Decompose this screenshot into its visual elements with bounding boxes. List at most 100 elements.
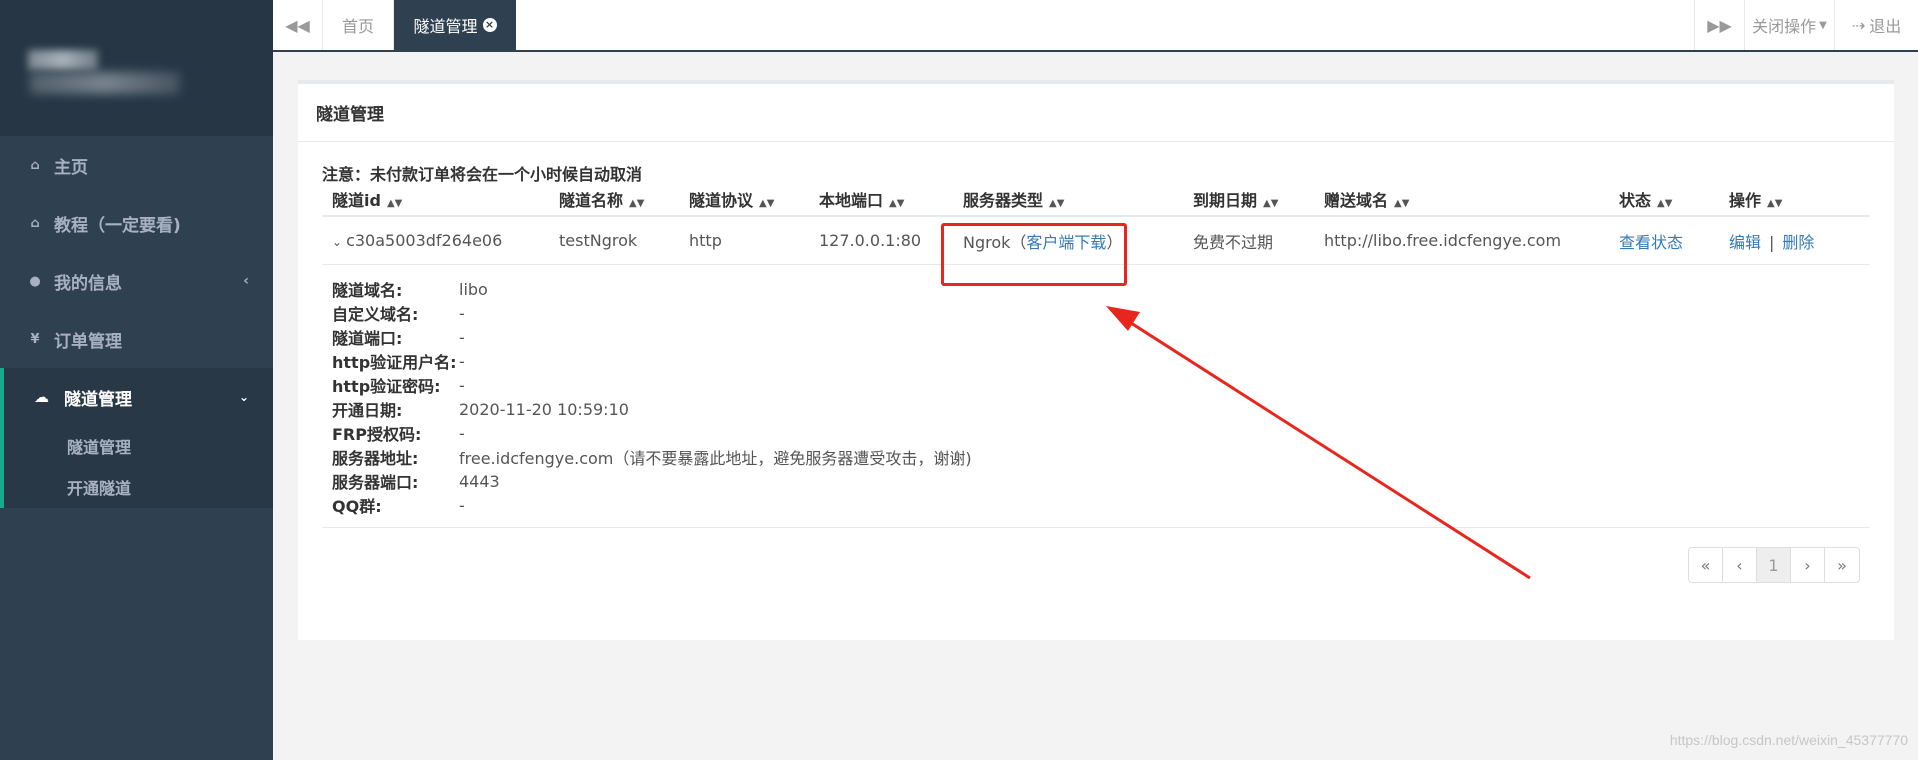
sidebar: ⌂ 主页 ⌂ 教程（一定要看) ● 我的信息 ‹ ¥ 订单管理 ☁ 隧道管理 ⌄… <box>0 0 273 760</box>
view-status-link[interactable]: 查看状态 <box>1619 229 1683 253</box>
detail-row: 服务器端口: 4443 <box>332 469 1870 493</box>
edit-link[interactable]: 编辑 <box>1729 233 1761 252</box>
detail-key: 服务器端口: <box>332 473 419 492</box>
detail-value: - <box>459 375 465 395</box>
sidebar-item-tunnels: ☁ 隧道管理 ⌄ 隧道管理 开通隧道 <box>0 368 273 508</box>
page-1-button[interactable]: 1 <box>1757 548 1791 582</box>
sidebar-subitem-open-tunnel[interactable]: 开通隧道 <box>4 466 273 508</box>
caret-down-icon: ▼ <box>1819 19 1827 31</box>
sidebar-subitem-tunnel-manage[interactable]: 隧道管理 <box>4 426 273 466</box>
annotation-highlight-box <box>941 223 1127 286</box>
cell-actions: 编辑 | 删除 <box>1729 229 1814 253</box>
sidebar-item-orders[interactable]: ¥ 订单管理 <box>0 310 273 368</box>
detail-row: 开通日期: 2020-11-20 10:59:10 <box>332 397 1870 421</box>
detail-key: 自定义域名: <box>332 305 419 324</box>
detail-key: 服务器地址: <box>332 449 419 468</box>
col-header-expire[interactable]: 到期日期 ▲▼ <box>1193 187 1278 211</box>
sidebar-item-tunnels-header[interactable]: ☁ 隧道管理 ⌄ <box>4 368 273 426</box>
sort-icon: ▲▼ <box>1394 198 1410 209</box>
unpaid-order-notice: 注意：未付款订单将会在一个小时候自动取消 <box>322 165 643 184</box>
sort-icon: ▲▼ <box>1049 198 1065 209</box>
sidebar-subitem-label: 隧道管理 <box>67 438 132 457</box>
close-operations-dropdown[interactable]: 关闭操作 ▼ <box>1744 0 1834 50</box>
last-page-button[interactable]: » <box>1825 548 1859 582</box>
col-header-name[interactable]: 隧道名称 ▲▼ <box>559 187 644 211</box>
user-icon: ● <box>29 273 41 289</box>
close-icon[interactable]: × <box>482 18 497 32</box>
blurred-user-info <box>30 72 180 94</box>
cell-protocol: http <box>689 231 722 250</box>
logout-button[interactable]: ⇢ 退出 <box>1834 0 1918 50</box>
prev-page-button[interactable]: ‹ <box>1723 548 1757 582</box>
detail-row: 服务器地址: free.idcfengye.com（请不要暴露此地址，避免服务器遭… <box>332 445 1870 469</box>
sign-out-icon: ⇢ <box>1851 15 1866 35</box>
tab-home[interactable]: 首页 <box>323 0 394 50</box>
sort-icon: ▲▼ <box>889 198 905 209</box>
detail-value: libo <box>459 279 488 299</box>
detail-row: FRP授权码: - <box>332 421 1870 445</box>
col-header-id[interactable]: 隧道id ▲▼ <box>332 187 402 211</box>
col-header-status[interactable]: 状态 ▲▼ <box>1619 187 1672 211</box>
detail-row: http验证密码: - <box>332 373 1870 397</box>
tab-scroll-right-button[interactable]: ▶▶ <box>1694 0 1744 50</box>
col-header-protocol[interactable]: 隧道协议 ▲▼ <box>689 187 774 211</box>
delete-link[interactable]: 删除 <box>1782 233 1814 252</box>
detail-key: http验证密码: <box>332 377 441 396</box>
sidebar-item-label: 订单管理 <box>54 331 122 352</box>
double-right-icon: ▶▶ <box>1707 15 1732 35</box>
sidebar-item-home[interactable]: ⌂ 主页 <box>0 136 273 194</box>
sort-icon: ▲▼ <box>1263 198 1279 209</box>
detail-key: 隧道域名: <box>332 281 403 300</box>
sort-icon: ▲▼ <box>629 198 645 209</box>
pagination: « ‹ 1 › » <box>1688 547 1860 583</box>
sort-icon: ▲▼ <box>759 198 775 209</box>
cell-local-port: 127.0.0.1:80 <box>819 231 922 250</box>
sidebar-item-label: 主页 <box>54 157 88 178</box>
panel-title: 隧道管理 <box>298 84 1894 142</box>
col-header-actions[interactable]: 操作 ▲▼ <box>1729 187 1782 211</box>
detail-row: 隧道端口: - <box>332 325 1870 349</box>
detail-value: - <box>459 495 465 515</box>
cell-expire: 免费不过期 <box>1193 232 1274 252</box>
detail-value: - <box>459 351 465 371</box>
first-page-button[interactable]: « <box>1689 548 1723 582</box>
table-header: 隧道id ▲▼ 隧道名称 ▲▼ 隧道协议 ▲▼ 本地端口 ▲▼ 服务器类型 ▲▼ 到期日期… <box>322 183 1870 217</box>
detail-value: 2020-11-20 10:59:10 <box>459 399 629 419</box>
logout-label: 退出 <box>1869 17 1902 36</box>
tunnel-panel: 隧道管理 注意：未付款订单将会在一个小时候自动取消 隧道id ▲▼ 隧道名称 ▲▼ … <box>298 80 1894 640</box>
tab-tunnel-manage[interactable]: 隧道管理 × <box>394 0 516 50</box>
detail-value: free.idcfengye.com（请不要暴露此地址，避免服务器遭受攻击，谢谢… <box>459 449 972 468</box>
cell-domain: http://libo.free.idcfengye.com <box>1324 231 1562 250</box>
detail-key: http验证用户名: <box>332 353 457 372</box>
detail-value: 4443 <box>459 471 500 491</box>
tab-scroll-left-button[interactable]: ◀◀ <box>273 0 323 50</box>
col-header-domain[interactable]: 赠送域名 ▲▼ <box>1324 187 1409 211</box>
chevron-down-icon[interactable]: ⌄ <box>332 235 342 249</box>
tunnel-detail: 隧道域名: libo 自定义域名: - 隧道端口: - http验证用户名: - http验证密… <box>322 265 1870 528</box>
tab-label: 隧道管理 <box>413 17 478 36</box>
profile-area <box>0 0 273 136</box>
close-operations-label: 关闭操作 <box>1752 17 1817 36</box>
cloud-icon: ☁ <box>34 388 49 406</box>
sort-icon: ▲▼ <box>1657 198 1673 209</box>
sidebar-subitem-label: 开通隧道 <box>67 479 132 498</box>
detail-key: FRP授权码: <box>332 425 422 444</box>
detail-value: - <box>459 303 465 323</box>
sort-icon: ▲▼ <box>1767 198 1783 209</box>
double-left-icon: ◀◀ <box>285 15 310 35</box>
col-header-server-type[interactable]: 服务器类型 ▲▼ <box>963 187 1064 211</box>
action-separator: | <box>1769 232 1775 252</box>
next-page-button[interactable]: › <box>1791 548 1825 582</box>
home-icon: ⌂ <box>30 157 40 173</box>
col-header-local-port[interactable]: 本地端口 ▲▼ <box>819 187 904 211</box>
sidebar-item-tutorial[interactable]: ⌂ 教程（一定要看) <box>0 194 273 252</box>
sidebar-item-my-info[interactable]: ● 我的信息 ‹ <box>0 252 273 310</box>
detail-value: - <box>459 327 465 347</box>
cell-name: testNgrok <box>559 231 638 250</box>
detail-row: QQ群: - <box>332 493 1870 517</box>
detail-row: 自定义域名: - <box>332 301 1870 325</box>
detail-key: 开通日期: <box>332 401 403 420</box>
blurred-username <box>28 50 98 70</box>
sidebar-nav: ⌂ 主页 ⌂ 教程（一定要看) ● 我的信息 ‹ ¥ 订单管理 <box>0 136 273 368</box>
cell-id[interactable]: ⌄ c30a5003df264e06 <box>332 231 502 250</box>
